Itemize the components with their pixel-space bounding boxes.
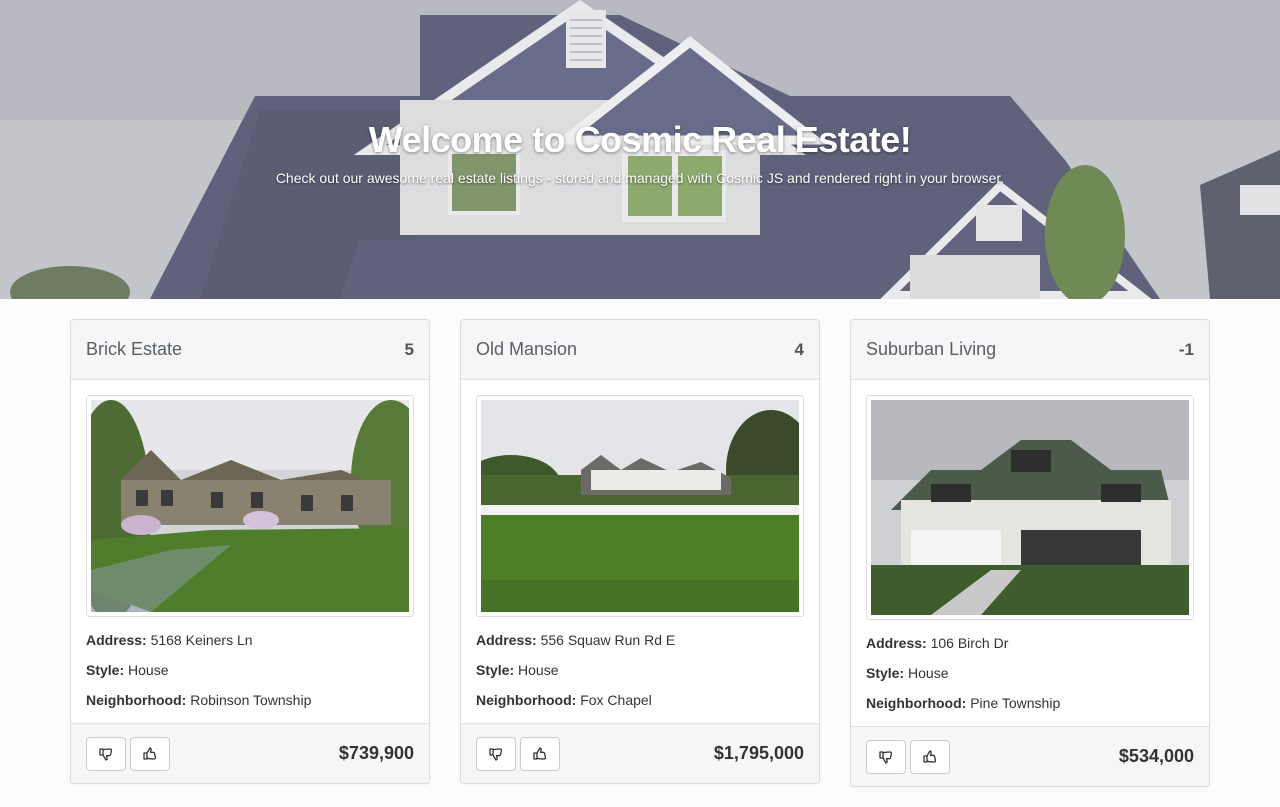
hero-banner: Welcome to Cosmic Real Estate! Check out… [0, 0, 1280, 299]
style-label: Style: [86, 662, 125, 678]
address-row: Address: 556 Squaw Run Rd E [476, 633, 804, 647]
style-row: Style: House [866, 666, 1194, 680]
card-header: Suburban Living -1 [851, 320, 1209, 380]
style-row: Style: House [86, 663, 414, 677]
listing-title: Suburban Living [866, 339, 997, 359]
listing-score: 5 [404, 339, 414, 359]
address-value: 106 Birch Dr [930, 635, 1009, 651]
thumbs-up-icon [533, 746, 547, 760]
card-footer: $1,795,000 [461, 723, 819, 783]
card-body: Address: 106 Birch Dr Style: House Neigh… [851, 380, 1209, 726]
address-label: Address: [866, 635, 927, 651]
thumbs-down-icon [879, 750, 893, 764]
neighborhood-row: Neighborhood: Robinson Township [86, 693, 414, 707]
address-row: Address: 5168 Keiners Ln [86, 633, 414, 647]
neighborhood-value: Robinson Township [190, 692, 312, 708]
neighborhood-row: Neighborhood: Fox Chapel [476, 693, 804, 707]
card-footer: $739,900 [71, 723, 429, 783]
listing-card: Suburban Living -1 Address: 106 Birch Dr… [850, 319, 1210, 787]
style-row: Style: House [476, 663, 804, 677]
listing-price: $1,795,000 [713, 743, 804, 763]
neighborhood-label: Neighborhood: [86, 692, 187, 708]
listing-score: -1 [1178, 339, 1194, 359]
downvote-button[interactable] [476, 736, 516, 771]
neighborhood-value: Pine Township [970, 695, 1061, 711]
card-header: Old Mansion 4 [461, 320, 819, 380]
listing-score: 4 [794, 339, 804, 359]
address-row: Address: 106 Birch Dr [866, 636, 1194, 650]
address-value: 556 Squaw Run Rd E [540, 632, 676, 648]
upvote-button[interactable] [520, 736, 560, 771]
listing-title: Brick Estate [86, 339, 183, 359]
card-header: Brick Estate 5 [71, 320, 429, 380]
style-value: House [908, 665, 949, 681]
hero-text: Welcome to Cosmic Real Estate! Check out… [0, 118, 1280, 186]
listing-photo [86, 395, 414, 617]
style-value: House [518, 662, 559, 678]
listing-card: Old Mansion 4 Address: 556 Squaw Run Rd … [460, 319, 820, 784]
thumbs-down-icon [489, 747, 503, 761]
listing-price: $739,900 [338, 743, 414, 763]
style-label: Style: [476, 662, 515, 678]
card-footer: $534,000 [851, 726, 1209, 786]
listing-title: Old Mansion [476, 339, 578, 359]
neighborhood-value: Fox Chapel [580, 692, 652, 708]
thumbs-up-icon [923, 749, 937, 763]
thumbs-down-icon [99, 747, 113, 761]
listing-photo [476, 395, 804, 617]
hero-title: Welcome to Cosmic Real Estate! [368, 119, 912, 160]
downvote-button[interactable] [86, 736, 126, 771]
neighborhood-label: Neighborhood: [476, 692, 577, 708]
upvote-button[interactable] [910, 739, 950, 774]
style-value: House [128, 662, 169, 678]
style-label: Style: [866, 665, 905, 681]
address-label: Address: [86, 632, 147, 648]
upvote-button[interactable] [130, 736, 170, 771]
listing-price: $534,000 [1118, 746, 1194, 766]
thumbs-up-icon [143, 746, 157, 760]
card-body: Address: 5168 Keiners Ln Style: House Ne… [71, 380, 429, 723]
address-label: Address: [476, 632, 537, 648]
listing-card: Brick Estate 5 Address: 5168 Keiners Ln … [70, 319, 430, 784]
address-value: 5168 Keiners Ln [150, 632, 253, 648]
downvote-button[interactable] [866, 739, 906, 774]
card-body: Address: 556 Squaw Run Rd E Style: House… [461, 380, 819, 723]
neighborhood-label: Neighborhood: [866, 695, 967, 711]
listing-photo [866, 395, 1194, 620]
hero-subtitle: Check out our awesome real estate listin… [275, 170, 1005, 186]
neighborhood-row: Neighborhood: Pine Township [866, 696, 1194, 710]
